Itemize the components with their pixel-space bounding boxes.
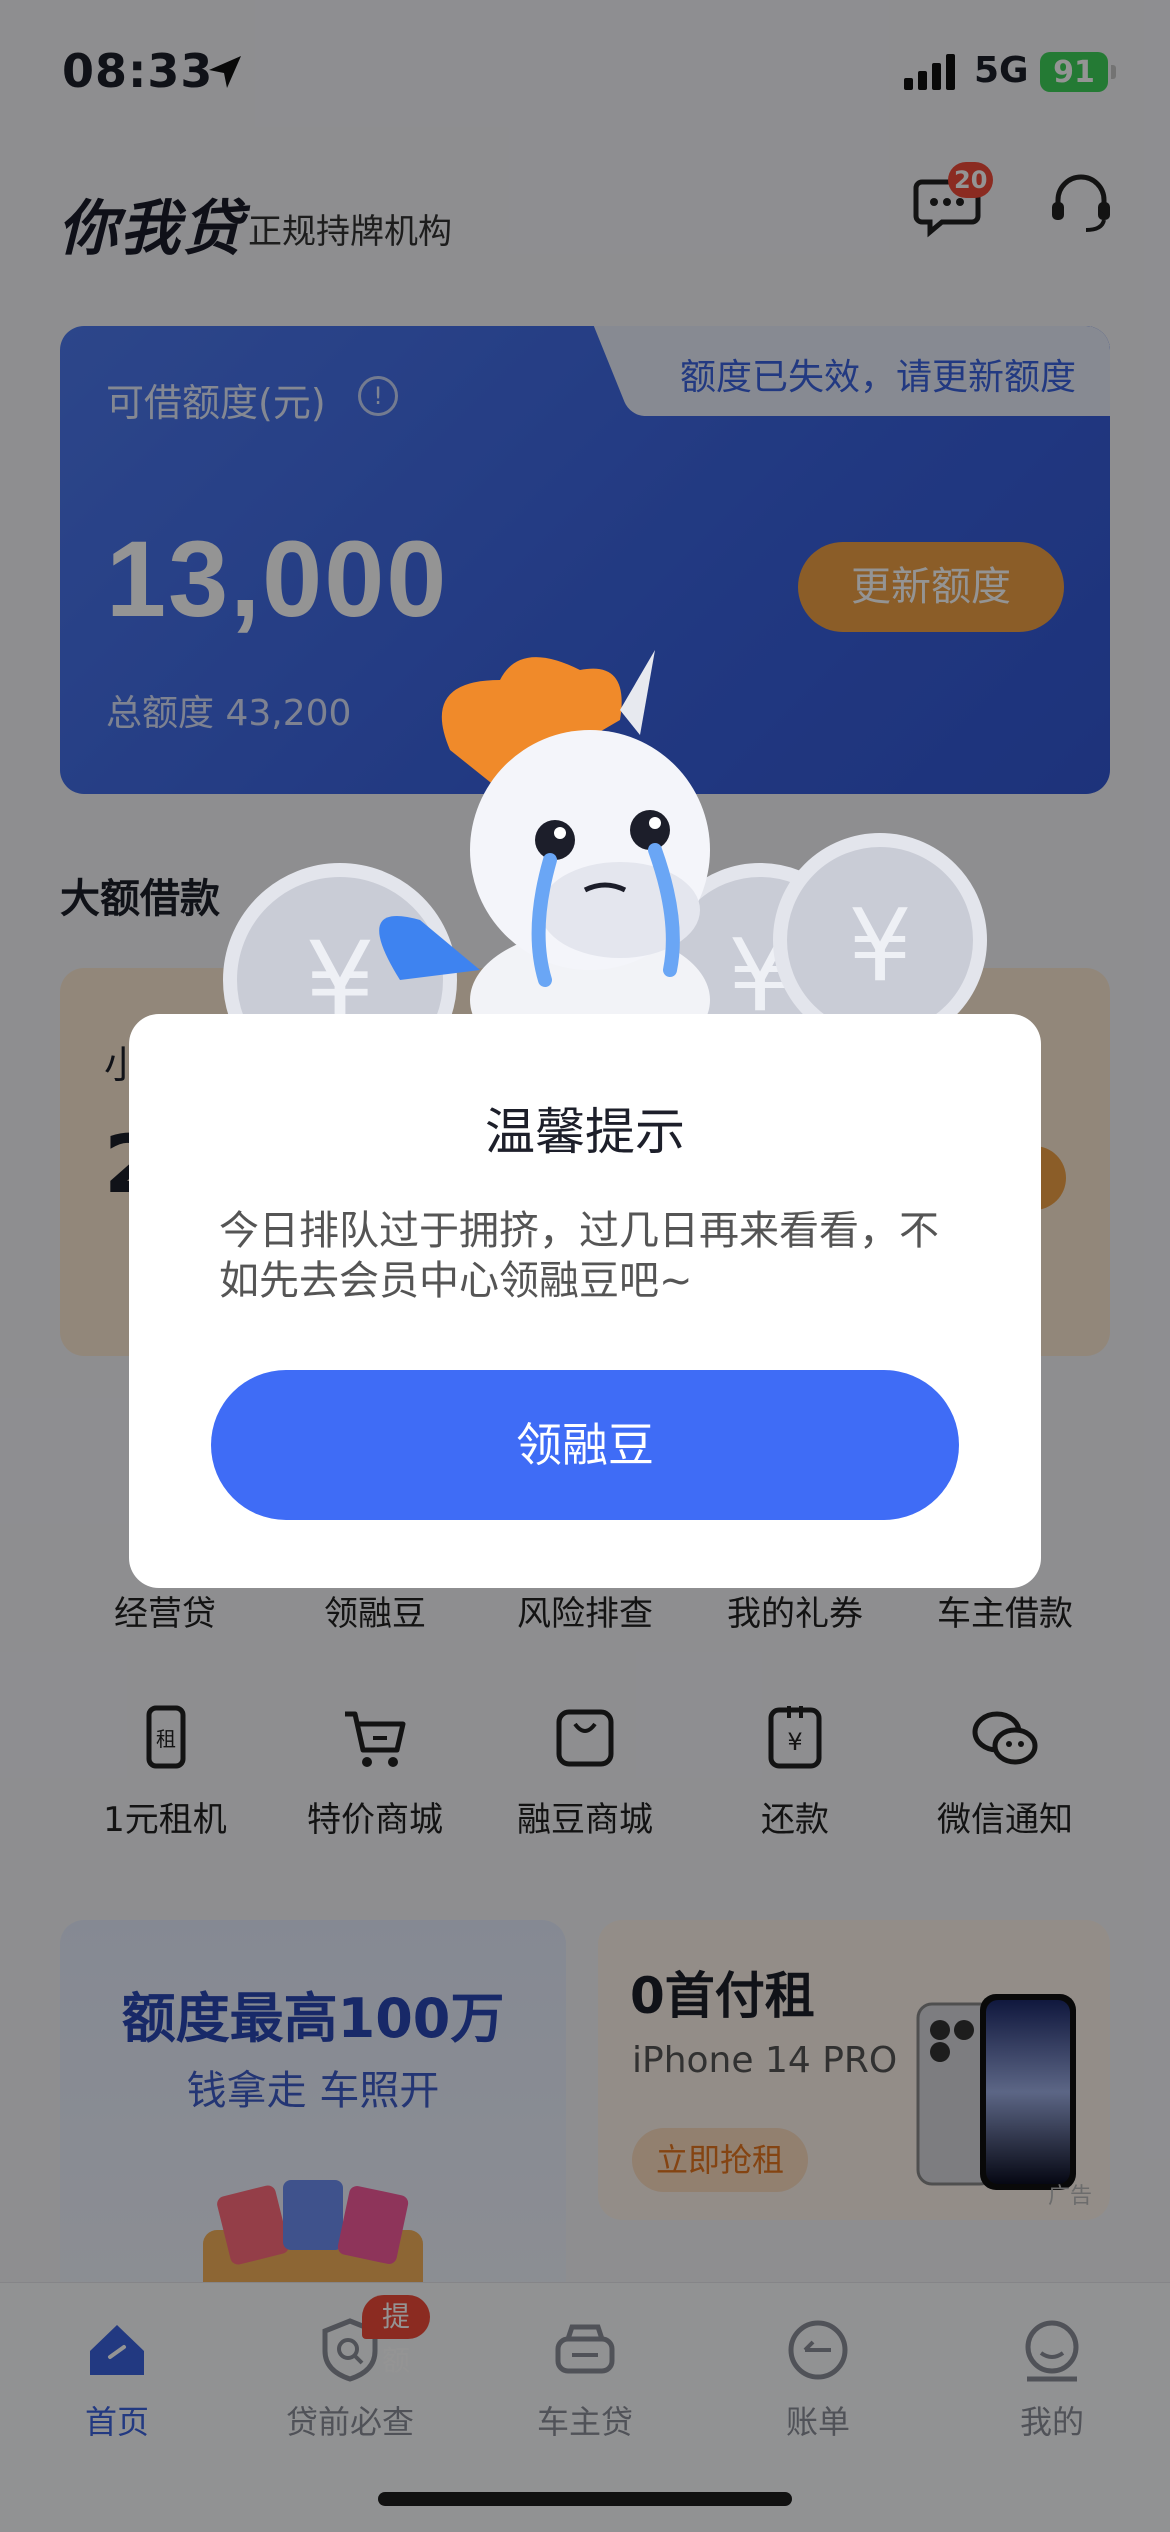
svg-text:¥: ¥ [848,887,912,1004]
dialog-title: 温馨提示 [485,1103,685,1161]
notice-dialog: 温馨提示 今日排队过于拥挤，过几日再来看看，不如先去会员中心领融豆吧~ 领融豆 [129,1014,1041,1588]
crying-unicorn-illustration: ¥ ¥ ¥ [223,650,987,1040]
home-indicator[interactable] [378,2492,792,2506]
claim-beans-button[interactable]: 领融豆 [211,1370,959,1520]
dialog-message: 今日排队过于拥挤，过几日再来看看，不如先去会员中心领融豆吧~ [219,1208,939,1304]
